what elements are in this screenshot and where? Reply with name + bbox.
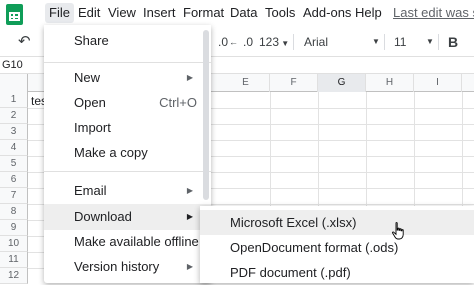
- menu-help[interactable]: Help: [351, 3, 386, 23]
- file-menu-share[interactable]: Share: [44, 28, 211, 54]
- row-header[interactable]: 11: [0, 252, 28, 268]
- toolbar-divider: [384, 34, 385, 50]
- menu-item-label: Version history: [74, 259, 160, 274]
- file-menu-import[interactable]: Import: [44, 115, 211, 141]
- menu-insert[interactable]: Insert: [139, 3, 180, 23]
- decimal-arrow-icon: ←: [229, 37, 238, 47]
- menu-item-label: Make a copy: [74, 145, 148, 160]
- file-menu-open[interactable]: Open Ctrl+O: [44, 90, 211, 116]
- menu-addons[interactable]: Add-ons: [299, 3, 355, 23]
- column-header[interactable]: E: [222, 74, 270, 92]
- menu-edit[interactable]: Edit: [74, 3, 104, 23]
- more-decimal-button[interactable]: .0: [243, 32, 253, 52]
- row-header[interactable]: 9: [0, 220, 28, 236]
- menu-item-label: Import: [74, 120, 111, 135]
- font-size-select[interactable]: 11: [394, 32, 406, 52]
- submenu-arrow-icon: ▶: [186, 212, 193, 221]
- submenu-arrow-icon: ▶: [186, 186, 193, 195]
- chevron-down-icon: ▼: [426, 37, 434, 46]
- chevron-down-icon: ▼: [372, 37, 380, 46]
- name-box[interactable]: G10: [0, 57, 30, 73]
- undo-icon[interactable]: ↶: [18, 32, 31, 52]
- menu-item-label: Share: [74, 33, 109, 48]
- chevron-down-icon: ▼: [279, 39, 290, 48]
- number-format-button[interactable]: 123 ▼: [259, 32, 289, 52]
- menu-divider: [44, 62, 211, 63]
- row-header[interactable]: 12: [0, 268, 28, 284]
- row-header[interactable]: 10: [0, 236, 28, 252]
- download-ods[interactable]: OpenDocument format (.ods): [200, 235, 474, 260]
- download-xlsx[interactable]: Microsoft Excel (.xlsx): [200, 210, 474, 235]
- column-header[interactable]: H: [366, 74, 414, 92]
- hand-cursor-icon: [392, 222, 404, 240]
- row-header[interactable]: 1: [0, 92, 28, 108]
- row-header[interactable]: 3: [0, 124, 28, 140]
- menu-view[interactable]: View: [104, 3, 140, 23]
- submenu-arrow-icon: ▶: [186, 73, 193, 82]
- file-menu-version-history[interactable]: Version history ▶: [44, 254, 211, 280]
- row-header[interactable]: 2: [0, 108, 28, 124]
- file-menu-make-copy[interactable]: Make a copy: [44, 140, 211, 166]
- file-menu-download[interactable]: Download ▶: [44, 204, 211, 230]
- row-header[interactable]: 4: [0, 140, 28, 156]
- menu-tools[interactable]: Tools: [261, 3, 299, 23]
- shortcut-text: Ctrl+O: [159, 95, 197, 110]
- toolbar-divider: [438, 34, 439, 50]
- menu-item-label: New: [74, 70, 101, 85]
- file-menu-offline[interactable]: Make available offline: [44, 229, 211, 255]
- toolbar-divider: [293, 34, 294, 50]
- font-family-value: Arial: [304, 35, 329, 49]
- menu-file[interactable]: File: [45, 3, 74, 23]
- font-size-value: 11: [394, 35, 407, 49]
- row-header[interactable]: 6: [0, 172, 28, 188]
- download-pdf[interactable]: PDF document (.pdf): [200, 260, 474, 285]
- select-all-corner[interactable]: [0, 74, 28, 92]
- download-submenu: Microsoft Excel (.xlsx) OpenDocument for…: [200, 206, 474, 283]
- row-header[interactable]: 7: [0, 188, 28, 204]
- file-menu-email[interactable]: Email ▶: [44, 178, 211, 204]
- column-header[interactable]: F: [270, 74, 318, 92]
- menu-item-label: Make available offline: [74, 234, 199, 249]
- file-menu-new[interactable]: New ▶: [44, 65, 211, 91]
- bold-button[interactable]: B: [448, 32, 458, 52]
- menu-bar: File Edit View Insert Format Data Tools …: [0, 0, 474, 26]
- file-menu-dropdown: Share New ▶ Open Ctrl+O Import Make a copy…: [44, 25, 211, 283]
- decrease-decimal-button[interactable]: .0: [218, 32, 228, 52]
- submenu-arrow-icon: ▶: [186, 262, 193, 271]
- column-header[interactable]: I: [414, 74, 462, 92]
- menu-item-label: Download: [74, 209, 132, 224]
- menu-divider: [44, 171, 211, 172]
- row-header[interactable]: 5: [0, 156, 28, 172]
- menu-item-label: Email: [74, 183, 107, 198]
- menu-data[interactable]: Data: [226, 3, 261, 23]
- last-edit-link[interactable]: Last edit was se: [393, 3, 474, 23]
- font-family-select[interactable]: Arial: [304, 32, 328, 52]
- number-format-label: 123: [259, 35, 280, 49]
- menu-scrollbar[interactable]: [203, 30, 209, 200]
- menu-format[interactable]: Format: [179, 3, 228, 23]
- column-header-selected[interactable]: G: [318, 74, 366, 92]
- sheets-logo-icon[interactable]: [6, 4, 23, 25]
- row-header[interactable]: 8: [0, 204, 28, 220]
- menu-item-label: Open: [74, 95, 106, 110]
